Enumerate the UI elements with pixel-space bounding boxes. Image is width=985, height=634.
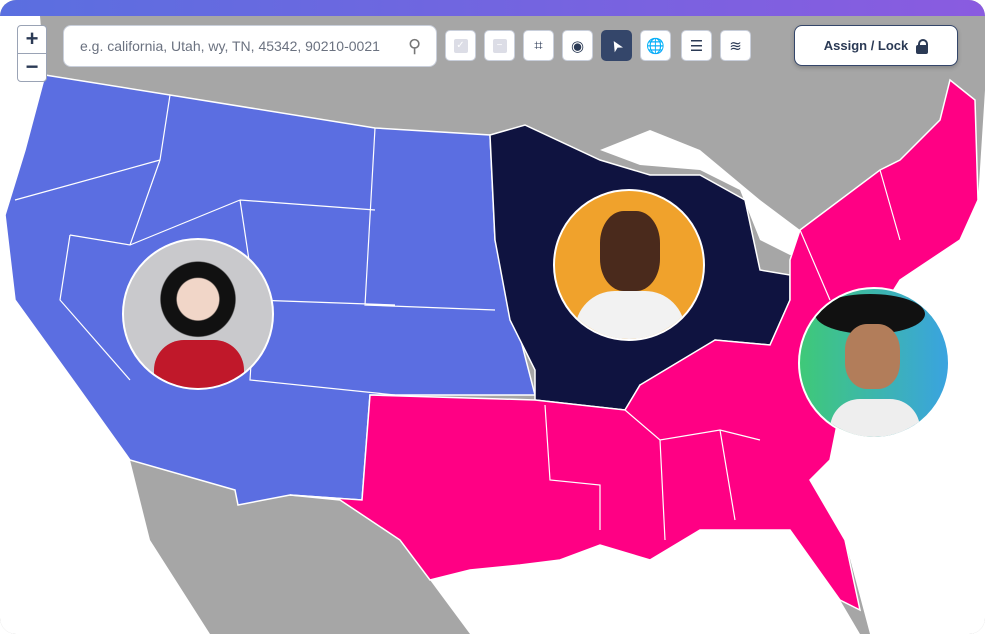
avatar-west-rep[interactable] — [122, 238, 274, 390]
top-gradient-bar — [0, 0, 985, 16]
zoom-out-button[interactable]: − — [18, 53, 46, 81]
check-icon: ✓ — [453, 38, 468, 53]
cursor-icon: ➤ — [606, 35, 628, 55]
filters-tool-button[interactable]: ☰ — [681, 30, 712, 61]
layers-icon: ≋ — [729, 37, 742, 55]
radius-tool-button[interactable]: ◉ — [562, 30, 593, 61]
sliders-icon: ☰ — [689, 37, 704, 55]
radius-icon: ◉ — [570, 37, 585, 55]
lasso-tool-button[interactable]: ⌗ — [523, 30, 554, 61]
search-icon[interactable]: ⚲ — [408, 36, 421, 57]
zoom-in-button[interactable]: + — [18, 26, 46, 53]
pointer-tool-button[interactable]: ➤ — [601, 30, 632, 61]
assign-lock-label: Assign / Lock — [823, 38, 909, 53]
search-input[interactable] — [78, 37, 402, 55]
territory-map-app: + − ⚲ ✓ − ⌗ ◉ ➤ 🌐 ☰ ≋ Assign / Lock — [0, 0, 985, 634]
globe-tool-button[interactable]: 🌐 — [640, 30, 671, 61]
assign-lock-button[interactable]: Assign / Lock — [794, 25, 958, 66]
search-box: ⚲ — [63, 25, 437, 67]
lock-icon — [916, 38, 929, 54]
zoom-control: + − — [17, 25, 47, 82]
deselect-checkbox[interactable]: − — [484, 30, 515, 61]
polygon-icon: ⌗ — [534, 37, 543, 54]
avatar-midwest-rep[interactable] — [553, 189, 705, 341]
minus-icon: − — [492, 38, 507, 53]
globe-icon: 🌐 — [646, 37, 665, 55]
layers-tool-button[interactable]: ≋ — [720, 30, 751, 61]
avatar-southeast-rep[interactable] — [798, 287, 950, 439]
select-all-checkbox[interactable]: ✓ — [445, 30, 476, 61]
